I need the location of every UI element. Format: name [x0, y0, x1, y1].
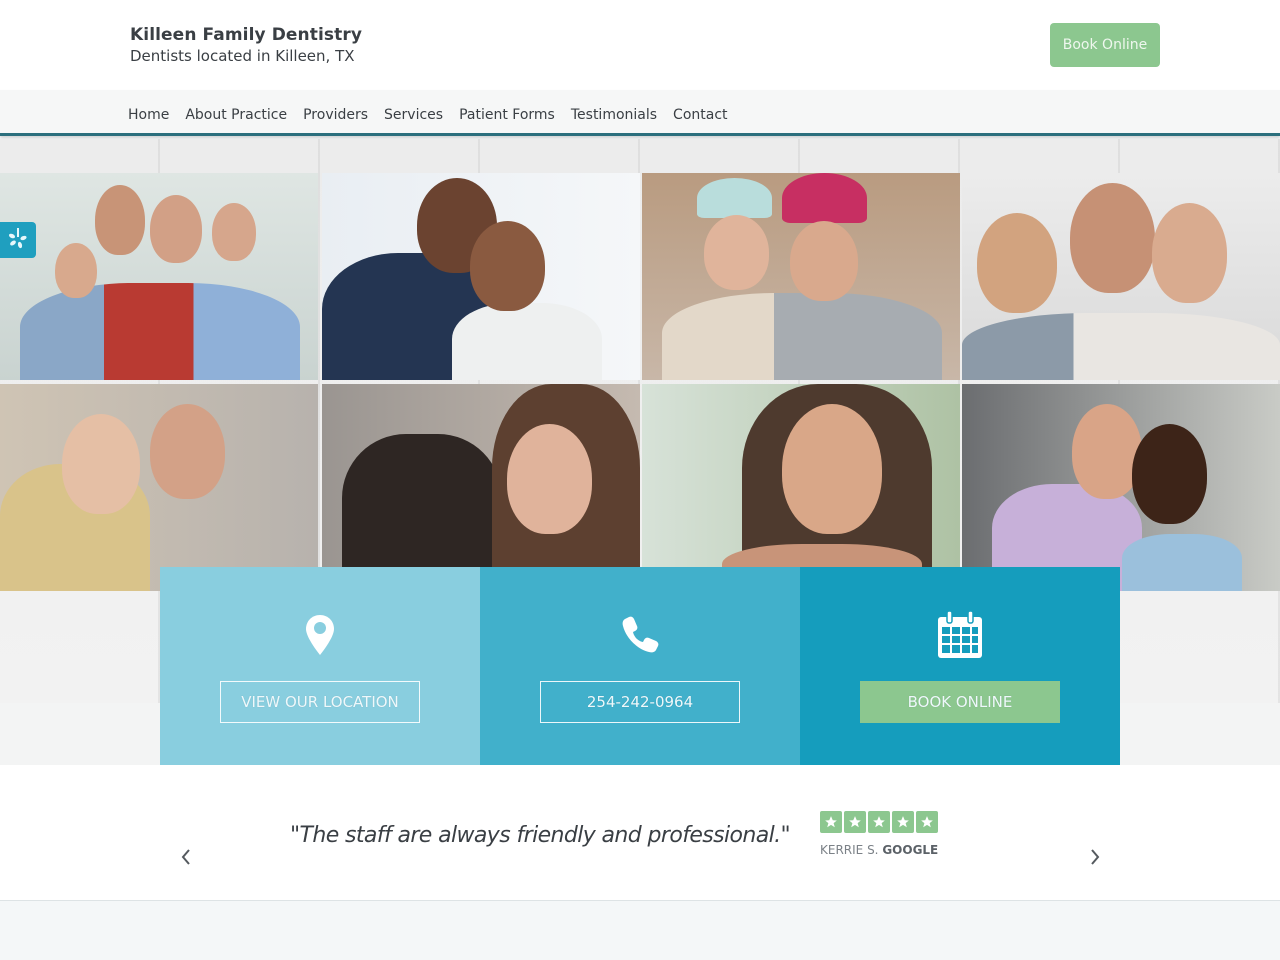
chevron-left-icon: [181, 849, 190, 865]
family-photo: [0, 173, 318, 380]
yelp-badge[interactable]: [0, 222, 36, 258]
cta-phone-panel: 254-242-0964: [480, 567, 800, 765]
main-nav: Home About Practice Providers Services P…: [0, 90, 1280, 136]
book-online-header-button[interactable]: Book Online: [1050, 23, 1160, 67]
father-son-mother-photo: [962, 173, 1280, 380]
footer-band: [0, 901, 1280, 960]
couple-festival-photo: [962, 384, 1280, 591]
reviewer-info: KERRIE S. GOOGLE: [820, 843, 938, 857]
star-icon: [844, 811, 866, 833]
practice-name[interactable]: Killeen Family Dentistry: [130, 24, 362, 46]
cta-location-panel: VIEW OUR LOCATION: [160, 567, 480, 765]
practice-tagline: Dentists located in Killeen, TX: [130, 47, 355, 65]
friends-winter-hats-photo: [642, 173, 960, 380]
cta-book-panel: BOOK ONLINE: [800, 567, 1120, 765]
brand[interactable]: Killeen Family Dentistry Dentists locate…: [130, 24, 362, 66]
nav-services[interactable]: Services: [384, 90, 443, 140]
nav-about-practice[interactable]: About Practice: [185, 90, 287, 140]
star-icon: [820, 811, 842, 833]
book-online-button[interactable]: BOOK ONLINE: [860, 681, 1060, 723]
chevron-right-icon: [1091, 849, 1100, 865]
review-source: GOOGLE: [882, 843, 939, 857]
view-location-button[interactable]: VIEW OUR LOCATION: [220, 681, 420, 723]
smiling-woman-photo: [642, 384, 960, 591]
star-rating: [820, 811, 938, 833]
star-icon: [916, 811, 938, 833]
testimonial-slider: "The staff are always friendly and profe…: [0, 765, 1280, 901]
phone-icon: [620, 611, 660, 659]
nav-home[interactable]: Home: [128, 90, 169, 140]
yelp-icon: [8, 227, 28, 253]
nav-testimonials[interactable]: Testimonials: [571, 90, 657, 140]
calendar-icon: [937, 611, 983, 659]
nav-providers[interactable]: Providers: [303, 90, 368, 140]
mother-daughter-photo: [322, 384, 640, 591]
nav-contact[interactable]: Contact: [673, 90, 727, 140]
photo-grid: [0, 173, 1280, 591]
testimonial-quote: "The staff are always friendly and profe…: [290, 823, 791, 848]
next-testimonial-button[interactable]: [1085, 845, 1105, 869]
two-women-photo: [0, 384, 318, 591]
senior-couple-photo: [322, 173, 640, 380]
map-pin-icon: [305, 611, 335, 659]
star-icon: [892, 811, 914, 833]
previous-testimonial-button[interactable]: [176, 845, 196, 869]
phone-number-button[interactable]: 254-242-0964: [540, 681, 740, 723]
reviewer-name: KERRIE S.: [820, 843, 883, 857]
star-icon: [868, 811, 890, 833]
site-header: Killeen Family Dentistry Dentists locate…: [0, 0, 1280, 90]
nav-patient-forms[interactable]: Patient Forms: [459, 90, 555, 140]
